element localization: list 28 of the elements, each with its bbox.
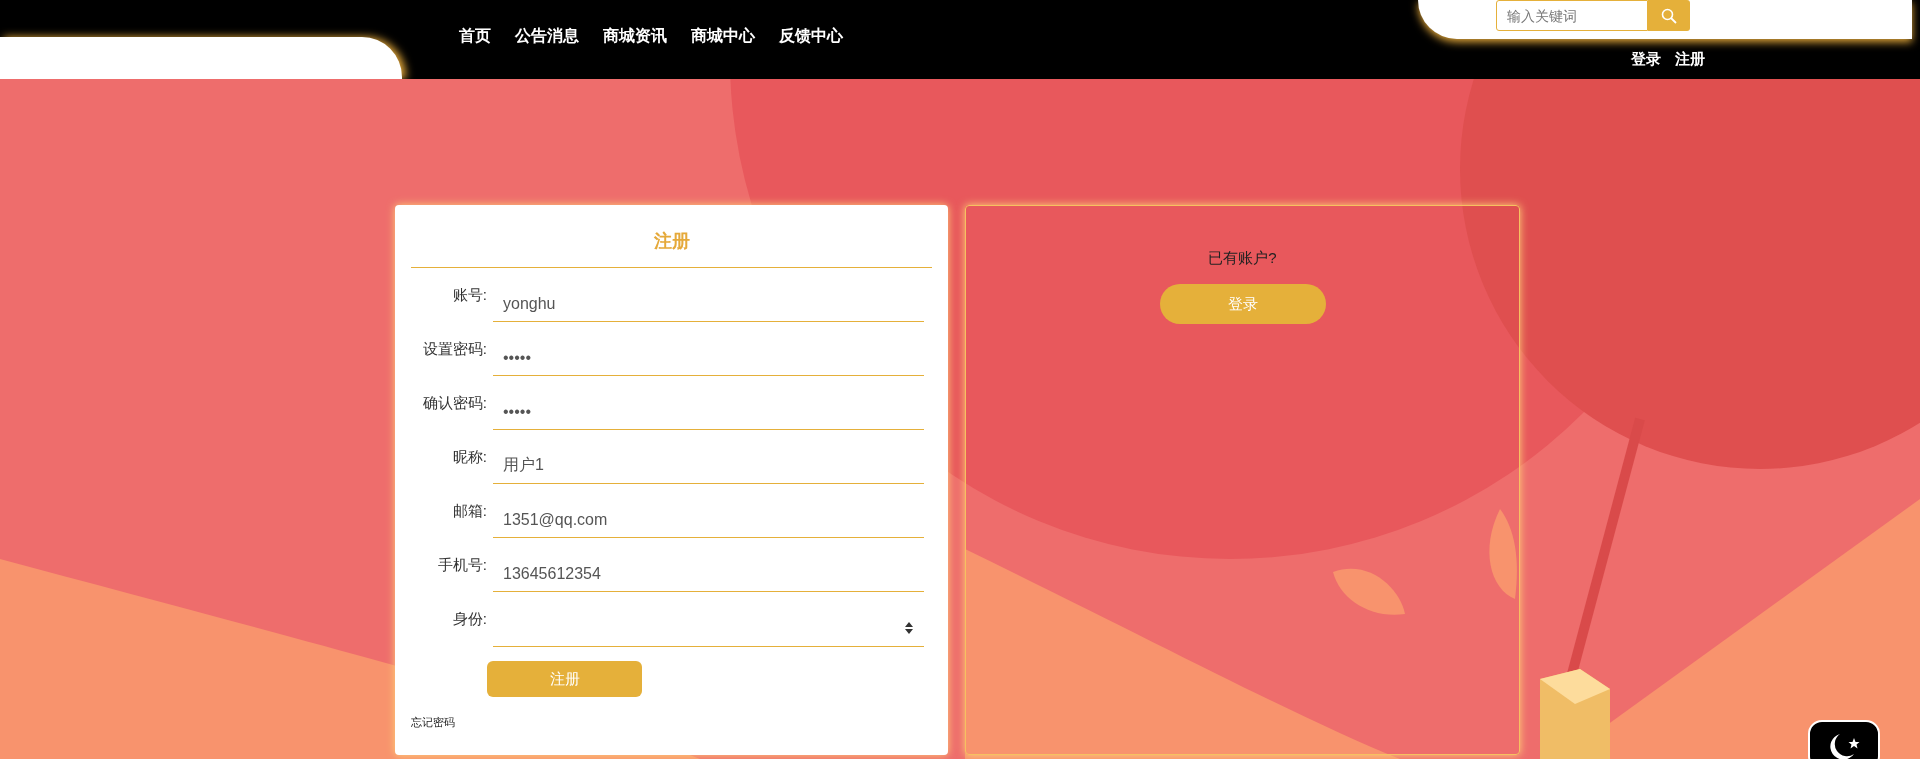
search-field[interactable]: 输入关键词 xyxy=(1496,0,1648,31)
field-label: 邮箱: xyxy=(451,501,487,521)
nav-link[interactable]: 商城资讯 xyxy=(603,26,667,47)
field-label: 确认密码: xyxy=(421,393,487,413)
nav-link[interactable]: 公告消息 xyxy=(515,26,579,47)
input-field[interactable]: 1351@qq.com xyxy=(493,490,924,538)
nav-link[interactable]: 首页 xyxy=(459,26,491,47)
nav-link[interactable]: 商城中心 xyxy=(691,26,755,47)
input-field[interactable]: ••••• xyxy=(493,382,924,430)
account-link[interactable]: 登录 xyxy=(1631,50,1661,69)
field-label: 手机号: xyxy=(436,555,487,575)
account-link[interactable]: 注册 xyxy=(1675,50,1705,69)
input-field[interactable]: 用户1 xyxy=(493,436,924,484)
field-label: 设置密码: xyxy=(421,339,487,359)
field-label: 昵称: xyxy=(451,447,487,467)
input-field[interactable]: yonghu xyxy=(493,274,924,322)
search-button[interactable] xyxy=(1648,0,1690,31)
theme-toggle[interactable] xyxy=(1808,720,1880,759)
login-prompt: 已有账户? xyxy=(1208,249,1277,268)
search-icon xyxy=(1661,7,1677,24)
forgot-password-link[interactable]: 忘记密码 xyxy=(411,715,455,730)
form-title: 注册 xyxy=(652,230,691,253)
nav-link[interactable]: 反馈中心 xyxy=(779,26,843,47)
sort-arrows-icon xyxy=(904,621,914,635)
field-label: 身份: xyxy=(451,609,487,629)
input-field[interactable]: ••••• xyxy=(493,328,924,376)
input-field[interactable]: 13645612354 xyxy=(493,544,924,592)
field-label: 账号: xyxy=(451,285,487,305)
